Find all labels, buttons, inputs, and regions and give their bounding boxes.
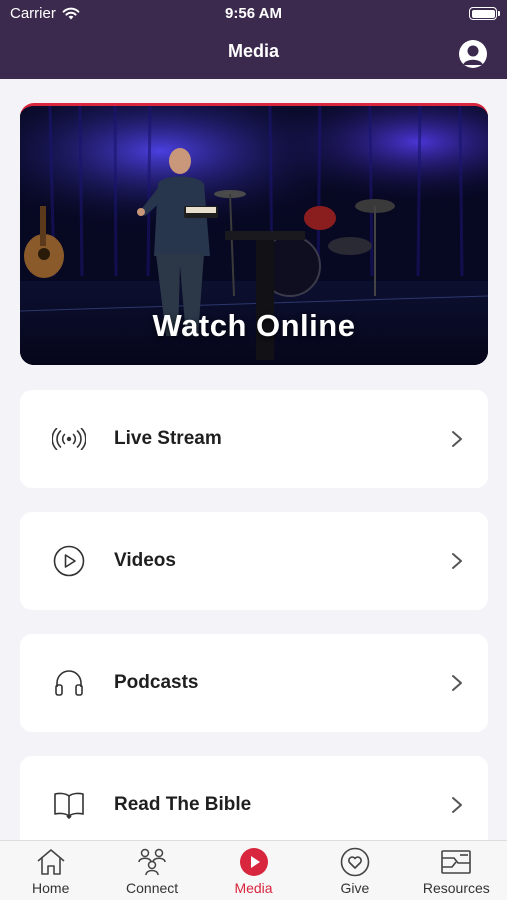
tab-resources[interactable]: Resources xyxy=(406,841,507,900)
chevron-right-icon xyxy=(452,675,462,691)
menu-item-label: Read The Bible xyxy=(114,794,252,815)
tab-label: Resources xyxy=(422,880,490,896)
menu-item-videos[interactable]: Videos xyxy=(20,512,488,610)
broadcast-icon xyxy=(52,422,86,456)
tab-label: Media xyxy=(234,880,273,896)
resources-icon xyxy=(440,847,472,877)
menu-item-label: Podcasts xyxy=(114,672,199,693)
tab-media[interactable]: Media xyxy=(203,841,304,900)
tab-label: Connect xyxy=(126,880,179,896)
chevron-right-icon xyxy=(452,553,462,569)
menu-item-read-the-bible[interactable]: Read The Bible xyxy=(20,756,488,840)
menu-item-label: Videos xyxy=(114,550,176,571)
heart-icon xyxy=(339,847,371,877)
battery-icon xyxy=(469,7,500,20)
play-circle-icon xyxy=(52,544,86,578)
tab-home[interactable]: Home xyxy=(0,841,101,900)
app-header: Carrier 9:56 AM Media xyxy=(0,0,507,79)
headphones-icon xyxy=(52,666,86,700)
chevron-right-icon xyxy=(452,431,462,447)
play-icon xyxy=(238,847,270,877)
tab-label: Home xyxy=(32,880,70,896)
tab-give[interactable]: Give xyxy=(304,841,405,900)
watch-online-banner[interactable]: Watch Online xyxy=(20,103,488,365)
people-icon xyxy=(136,847,168,877)
hero-title: Watch Online xyxy=(152,308,356,343)
open-book-icon xyxy=(52,788,86,822)
menu-item-label: Live Stream xyxy=(114,428,222,449)
page-title: Media xyxy=(227,41,279,61)
menu-item-live-stream[interactable]: Live Stream xyxy=(20,390,488,488)
tab-connect[interactable]: Connect xyxy=(101,841,202,900)
status-time: 9:56 AM xyxy=(225,5,282,22)
chevron-right-icon xyxy=(452,797,462,813)
home-icon xyxy=(35,847,67,877)
tab-bar: Home Connect Media Give Resources xyxy=(0,840,507,900)
menu-item-podcasts[interactable]: Podcasts xyxy=(20,634,488,732)
profile-icon[interactable] xyxy=(459,40,487,68)
tab-label: Give xyxy=(340,880,370,896)
